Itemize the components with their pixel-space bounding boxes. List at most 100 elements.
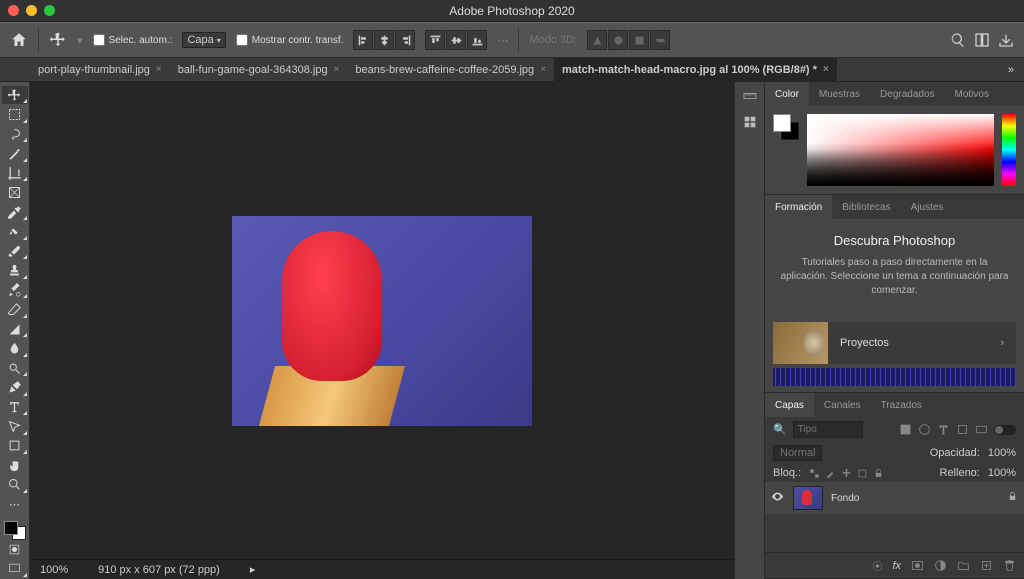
- lock-pixels-icon[interactable]: [809, 468, 820, 479]
- status-chevron-icon[interactable]: ▸: [250, 563, 256, 576]
- close-tab-icon[interactable]: ×: [156, 64, 162, 75]
- lock-all-icon[interactable]: [873, 468, 884, 479]
- type-tool[interactable]: [2, 398, 28, 416]
- align-center-h-button[interactable]: [374, 30, 394, 50]
- tab-adjustments[interactable]: Ajustes: [901, 195, 954, 219]
- brush-tool[interactable]: [2, 242, 28, 260]
- tab-color[interactable]: Color: [765, 82, 809, 106]
- panel-icon[interactable]: [742, 114, 758, 130]
- tab-beans[interactable]: beans-brew-caffeine-coffee-2059.jpg×: [347, 58, 554, 82]
- search-icon[interactable]: [950, 32, 966, 48]
- filter-toggle[interactable]: [994, 425, 1016, 435]
- color-field[interactable]: [807, 114, 994, 186]
- maximize-window-button[interactable]: [44, 5, 55, 16]
- frame-tool[interactable]: [2, 183, 28, 201]
- zoom-level[interactable]: 100%: [40, 564, 68, 576]
- filter-adjust-icon[interactable]: [918, 423, 931, 436]
- dodge-tool[interactable]: [2, 359, 28, 377]
- quickmask-button[interactable]: [2, 540, 28, 558]
- learn-tile-secondary[interactable]: [773, 368, 1016, 386]
- move-tool[interactable]: [2, 86, 28, 104]
- shape-tool[interactable]: [2, 437, 28, 455]
- visibility-toggle[interactable]: [771, 490, 785, 506]
- align-left-button[interactable]: [353, 30, 373, 50]
- document-info[interactable]: 910 px x 607 px (72 ppp): [98, 564, 220, 576]
- layer-thumbnail[interactable]: [793, 486, 823, 510]
- tab-libraries[interactable]: Bibliotecas: [832, 195, 900, 219]
- lock-brush-icon[interactable]: [825, 468, 836, 479]
- lock-artboard-icon[interactable]: [857, 468, 868, 479]
- filter-pixel-icon[interactable]: [899, 423, 912, 436]
- canvas[interactable]: [30, 82, 734, 559]
- gradient-tool[interactable]: [2, 320, 28, 338]
- adjustment-button[interactable]: [934, 559, 947, 572]
- eraser-tool[interactable]: [2, 300, 28, 318]
- tab-thumbnail[interactable]: port-play-thumbnail.jpg×: [30, 58, 170, 82]
- learn-tile-projects[interactable]: Proyectos ›: [773, 322, 1016, 364]
- show-transform-checkbox[interactable]: Mostrar contr. transf.: [236, 34, 344, 46]
- tab-layers[interactable]: Capas: [765, 393, 814, 417]
- tab-channels[interactable]: Canales: [814, 393, 871, 417]
- fg-color-swatch[interactable]: [4, 521, 18, 535]
- filter-smart-icon[interactable]: [975, 423, 988, 436]
- fill-value[interactable]: 100%: [988, 467, 1016, 479]
- close-window-button[interactable]: [8, 5, 19, 16]
- tab-swatches[interactable]: Muestras: [809, 82, 870, 106]
- lasso-tool[interactable]: [2, 125, 28, 143]
- align-middle-button[interactable]: [446, 30, 466, 50]
- group-button[interactable]: [957, 559, 970, 572]
- close-tab-icon[interactable]: ×: [823, 64, 829, 75]
- auto-select-checkbox[interactable]: Selec. autom.:: [93, 34, 173, 46]
- hue-slider[interactable]: [1002, 114, 1016, 186]
- document-image[interactable]: [232, 216, 532, 426]
- 3d-mode-4-button[interactable]: [650, 30, 670, 50]
- layer-select-dropdown[interactable]: Capa: [182, 32, 225, 48]
- tab-learn[interactable]: Formación: [765, 195, 832, 219]
- new-layer-button[interactable]: [980, 559, 993, 572]
- 3d-mode-2-button[interactable]: [608, 30, 628, 50]
- tab-gradients[interactable]: Degradados: [870, 82, 944, 106]
- blend-mode-select[interactable]: Normal: [773, 445, 822, 461]
- healing-tool[interactable]: [2, 222, 28, 240]
- tab-overflow-button[interactable]: »: [998, 64, 1024, 76]
- 3d-mode-1-button[interactable]: [587, 30, 607, 50]
- layer-filter-input[interactable]: [793, 421, 863, 438]
- mask-button[interactable]: [911, 559, 924, 572]
- stamp-tool[interactable]: [2, 261, 28, 279]
- ruler-icon[interactable]: [742, 88, 758, 104]
- edit-toolbar-button[interactable]: ⋯: [2, 495, 28, 513]
- align-top-button[interactable]: [425, 30, 445, 50]
- layer-fondo[interactable]: Fondo: [765, 482, 1024, 514]
- eyedropper-tool[interactable]: [2, 203, 28, 221]
- tab-paths[interactable]: Trazados: [871, 393, 932, 417]
- filter-shape-icon[interactable]: [956, 423, 969, 436]
- zoom-tool[interactable]: [2, 476, 28, 494]
- history-brush-tool[interactable]: [2, 281, 28, 299]
- lock-icon[interactable]: [1007, 491, 1018, 505]
- 3d-mode-3-button[interactable]: [629, 30, 649, 50]
- workspace-icon[interactable]: [974, 32, 990, 48]
- opacity-value[interactable]: 100%: [988, 447, 1016, 459]
- path-tool[interactable]: [2, 417, 28, 435]
- crop-tool[interactable]: [2, 164, 28, 182]
- align-right-button[interactable]: [395, 30, 415, 50]
- align-bottom-button[interactable]: [467, 30, 487, 50]
- close-tab-icon[interactable]: ×: [540, 64, 546, 75]
- tab-patterns[interactable]: Motivos: [945, 82, 999, 106]
- fgbg-swatches[interactable]: [773, 114, 799, 140]
- blur-tool[interactable]: [2, 339, 28, 357]
- lock-move-icon[interactable]: [841, 468, 852, 479]
- close-tab-icon[interactable]: ×: [334, 64, 340, 75]
- filter-type-icon[interactable]: [937, 423, 950, 436]
- trash-button[interactable]: [1003, 559, 1016, 572]
- minimize-window-button[interactable]: [26, 5, 37, 16]
- home-icon[interactable]: [10, 31, 28, 49]
- color-swatches[interactable]: [4, 521, 26, 540]
- wand-tool[interactable]: [2, 144, 28, 162]
- tab-match-active[interactable]: match-match-head-macro.jpg al 100% (RGB/…: [554, 58, 837, 82]
- tab-ball[interactable]: ball-fun-game-goal-364308.jpg×: [170, 58, 348, 82]
- fx-button[interactable]: fx: [892, 560, 901, 572]
- pen-tool[interactable]: [2, 378, 28, 396]
- hand-tool[interactable]: [2, 456, 28, 474]
- marquee-tool[interactable]: [2, 105, 28, 123]
